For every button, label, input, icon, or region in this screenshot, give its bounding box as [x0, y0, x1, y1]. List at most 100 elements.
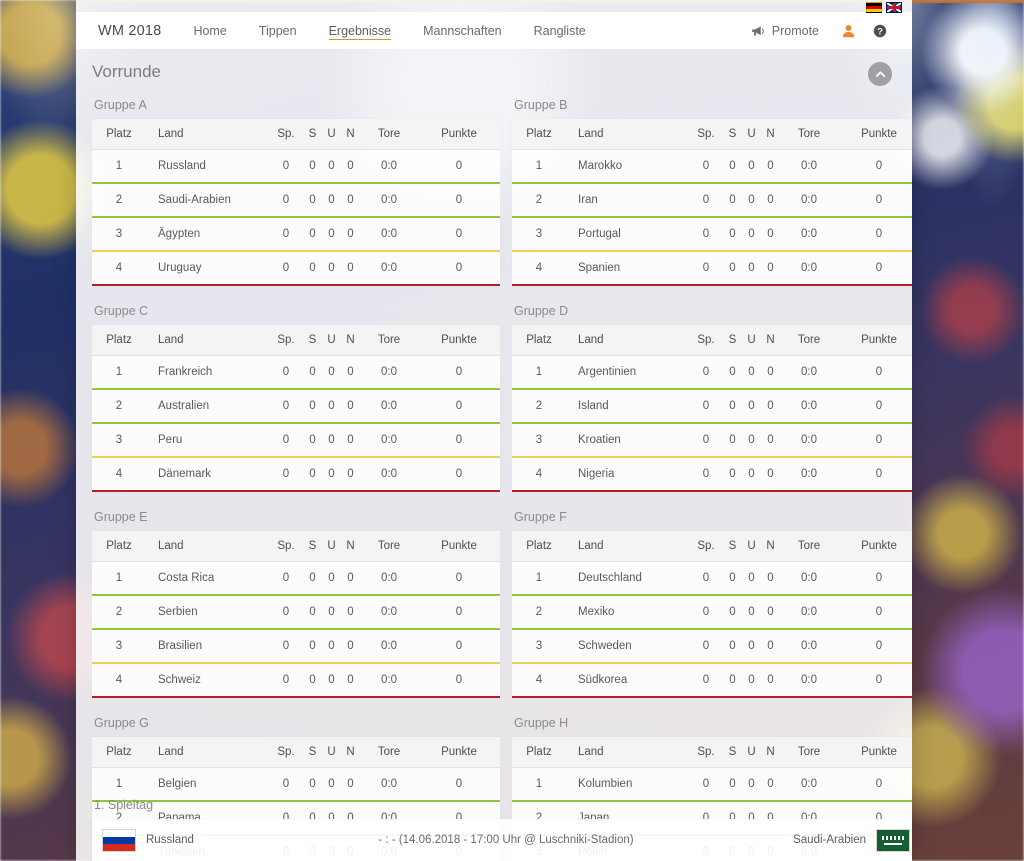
- table-row: 4 Dänemark 0 0 0 0 0:0 0: [92, 457, 500, 492]
- cell-n: 0: [761, 423, 780, 458]
- standings-table: Platz Land Sp. S U N Tore Punkte 1 Russland 0 0 0 0 0:…: [92, 119, 500, 286]
- cell-n: 0: [761, 389, 780, 424]
- home-team: Russland: [102, 828, 362, 852]
- uk-flag-icon[interactable]: [886, 2, 902, 13]
- match-info: - : - (14.06.2018 - 17:00 Uhr @ Luschnik…: [378, 834, 634, 846]
- column-header-sp: Sp.: [689, 325, 723, 356]
- scroll-to-top-button[interactable]: [868, 62, 892, 86]
- cell-sp: 0: [689, 767, 723, 802]
- table-row: 3 Portugal 0 0 0 0 0:0 0: [512, 217, 912, 252]
- table-row: 2 Australien 0 0 0 0 0:0 0: [92, 389, 500, 424]
- cell-s: 0: [723, 389, 742, 424]
- cell-s: 0: [303, 629, 322, 664]
- cell-platz: 3: [92, 217, 146, 252]
- cell-s: 0: [723, 457, 742, 492]
- group-title: Gruppe H: [514, 716, 569, 730]
- german-flag-icon[interactable]: [866, 2, 882, 13]
- column-header-tore: Tore: [360, 737, 418, 768]
- language-switcher[interactable]: [866, 2, 902, 13]
- column-header-tore: Tore: [360, 531, 418, 562]
- nav-link-tippen[interactable]: Tippen: [243, 12, 313, 49]
- cell-n: 0: [761, 457, 780, 492]
- cell-platz: 3: [92, 629, 146, 664]
- cell-sp: 0: [689, 389, 723, 424]
- table-row: 3 Ägypten 0 0 0 0 0:0 0: [92, 217, 500, 252]
- cell-land: Peru: [146, 423, 269, 458]
- cell-tore: 0:0: [360, 457, 418, 492]
- matchday-section: 1. Spieltag Russland - : - (14.06.2018 - …: [92, 798, 912, 861]
- cell-sp: 0: [269, 663, 303, 698]
- column-header-land: Land: [146, 119, 269, 150]
- nav-link-mannschaften[interactable]: Mannschaften: [407, 12, 518, 49]
- cell-n: 0: [761, 767, 780, 802]
- cell-u: 0: [742, 355, 761, 390]
- main-navbar: WM 2018 Home Tippen Ergebnisse Mannschaften…: [76, 12, 912, 49]
- cell-n: 0: [761, 595, 780, 630]
- cell-s: 0: [723, 183, 742, 218]
- cell-u: 0: [742, 595, 761, 630]
- cell-tore: 0:0: [780, 595, 838, 630]
- column-header-n: N: [341, 531, 360, 562]
- column-header-land: Land: [566, 737, 689, 768]
- column-header-n: N: [761, 325, 780, 356]
- cell-s: 0: [723, 629, 742, 664]
- column-header-n: N: [341, 325, 360, 356]
- column-header-tore: Tore: [780, 737, 838, 768]
- cell-u: 0: [322, 423, 341, 458]
- cell-punkte: 0: [838, 423, 912, 458]
- nav-link-rangliste[interactable]: Rangliste: [518, 12, 602, 49]
- table-row: 1 Frankreich 0 0 0 0 0:0 0: [92, 355, 500, 390]
- column-header-n: N: [341, 737, 360, 768]
- cell-punkte: 0: [838, 217, 912, 252]
- column-header-s: S: [723, 325, 742, 356]
- table-header-row: Platz Land Sp. S U N Tore Punkte: [512, 737, 912, 768]
- cell-s: 0: [303, 767, 322, 802]
- cell-u: 0: [322, 217, 341, 252]
- match-row[interactable]: Russland - : - (14.06.2018 - 17:00 Uhr @ …: [92, 819, 912, 861]
- column-header-land: Land: [146, 531, 269, 562]
- column-header-punkte: Punkte: [418, 531, 500, 562]
- cell-sp: 0: [269, 595, 303, 630]
- cell-u: 0: [322, 629, 341, 664]
- column-header-tore: Tore: [360, 325, 418, 356]
- chevron-up-icon: [875, 70, 885, 77]
- cell-s: 0: [723, 561, 742, 596]
- table-row: 2 Iran 0 0 0 0 0:0 0: [512, 183, 912, 218]
- cell-n: 0: [761, 629, 780, 664]
- cell-tore: 0:0: [360, 251, 418, 286]
- standings-table: Platz Land Sp. S U N Tore Punkte 1 Argentinien 0 0 0…: [512, 325, 912, 492]
- cell-sp: 0: [269, 389, 303, 424]
- table-row: 1 Belgien 0 0 0 0 0:0 0: [92, 767, 500, 802]
- cell-land: Nigeria: [566, 457, 689, 492]
- cell-n: 0: [341, 183, 360, 218]
- table-row: 1 Kolumbien 0 0 0 0 0:0 0: [512, 767, 912, 802]
- column-header-sp: Sp.: [689, 737, 723, 768]
- help-button[interactable]: ?: [864, 24, 896, 38]
- cell-platz: 2: [512, 389, 566, 424]
- cell-s: 0: [303, 663, 322, 698]
- table-row: 4 Uruguay 0 0 0 0 0:0 0: [92, 251, 500, 286]
- nav-link-home[interactable]: Home: [177, 12, 242, 49]
- cell-sp: 0: [269, 457, 303, 492]
- cell-u: 0: [742, 663, 761, 698]
- table-row: 3 Schweden 0 0 0 0 0:0 0: [512, 629, 912, 664]
- cell-tore: 0:0: [360, 423, 418, 458]
- cell-tore: 0:0: [780, 629, 838, 664]
- column-header-u: U: [322, 119, 341, 150]
- table-row: 1 Marokko 0 0 0 0 0:0 0: [512, 149, 912, 184]
- away-team-name: Saudi-Arabien: [793, 834, 866, 846]
- cell-platz: 3: [512, 217, 566, 252]
- promote-button[interactable]: Promote: [737, 24, 833, 38]
- user-account-button[interactable]: [833, 24, 864, 38]
- page-title: Vorrunde: [92, 62, 161, 81]
- cell-n: 0: [341, 663, 360, 698]
- nav-link-ergebnisse[interactable]: Ergebnisse: [313, 12, 408, 49]
- cell-tore: 0:0: [780, 423, 838, 458]
- cell-u: 0: [322, 251, 341, 286]
- cell-u: 0: [742, 389, 761, 424]
- brand-title[interactable]: WM 2018: [76, 23, 177, 39]
- column-header-punkte: Punkte: [418, 119, 500, 150]
- cell-punkte: 0: [838, 663, 912, 698]
- cell-n: 0: [761, 149, 780, 184]
- navbar-right-actions: Promote ?: [737, 24, 912, 38]
